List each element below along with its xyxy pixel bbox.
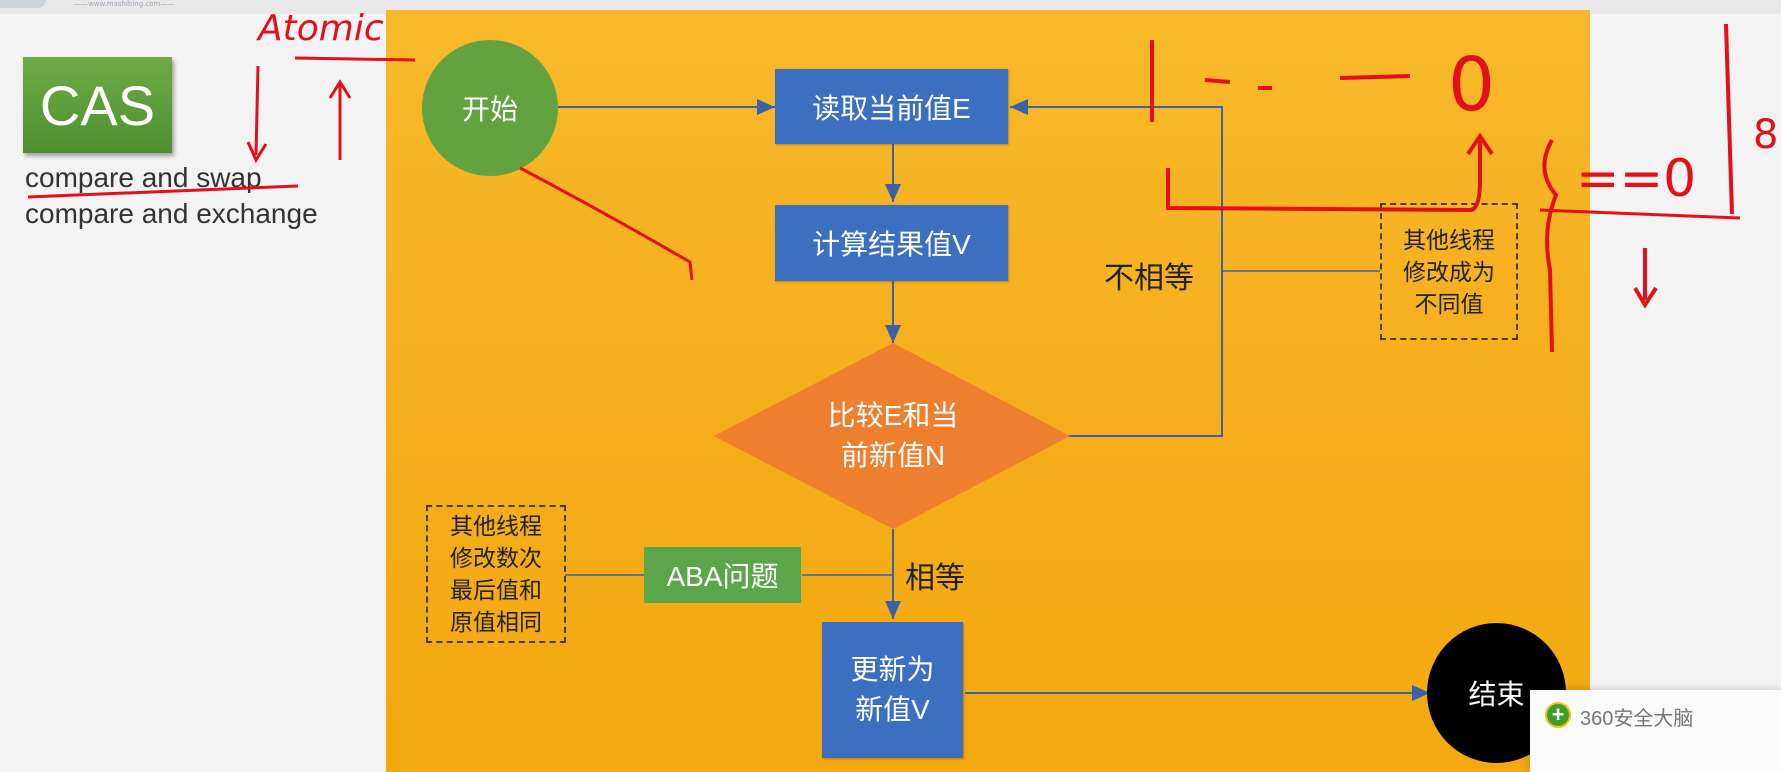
notification-popup[interactable]: + 360安全大脑 <box>1530 690 1781 772</box>
update-node: 更新为 新值V <box>822 622 963 758</box>
label-not-equal: 不相等 <box>1104 262 1194 295</box>
read-value-node: 读取当前值E <box>775 69 1008 144</box>
plus-shield-icon: + <box>1545 702 1571 728</box>
notification-text: 360安全大脑 <box>1580 708 1694 730</box>
compare-node-label: 比较E和当 前新值N <box>827 400 959 471</box>
note-other-thread-different: 其他线程 修改成为 不同值 <box>1380 203 1518 340</box>
label-equal: 相等 <box>905 562 965 595</box>
start-node: 开始 <box>422 40 558 176</box>
compute-result-node: 计算结果值V <box>775 205 1008 281</box>
aba-problem-box: ABA问题 <box>644 547 801 603</box>
note-other-thread-same: 其他线程 修改数次 最后值和 原值相同 <box>426 505 566 643</box>
